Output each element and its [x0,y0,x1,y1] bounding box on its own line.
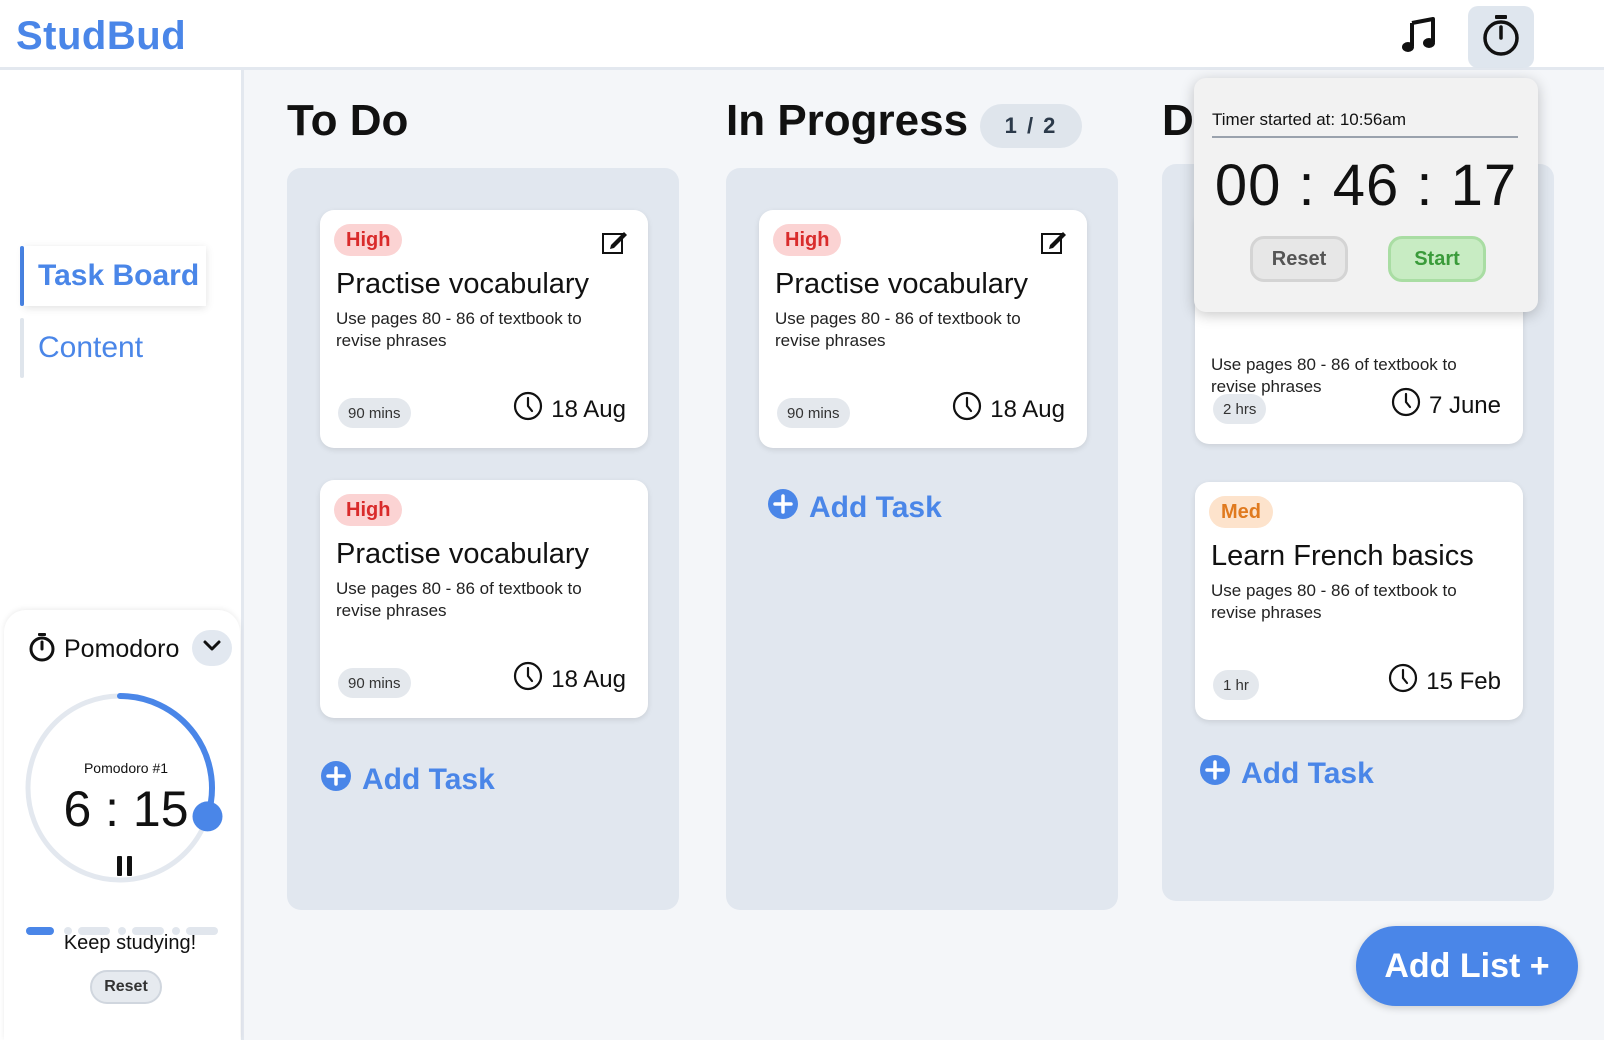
due-date-text: 18 Aug [990,395,1065,423]
pomodoro-reset-button[interactable]: Reset [90,970,162,1004]
priority-badge: High [334,494,403,526]
duration-badge: 90 mins [777,398,850,428]
sidebar-item-content[interactable]: Content [24,318,206,378]
add-task-label: Add Task [362,763,495,796]
plus-circle-icon [320,760,352,800]
pomodoro-card: Pomodoro Pomodoro #1 6 : 15 Keep studyin… [4,610,240,1040]
list-title-done: D [1162,96,1194,145]
due-date: 18 Aug [513,661,626,698]
due-date: 15 Feb [1388,663,1501,700]
music-button[interactable] [1386,6,1452,68]
pause-icon [117,856,122,876]
due-date-text: 18 Aug [551,395,626,423]
list-title-to-do: To Do [287,96,409,145]
list-count-badge: 1 / 2 [980,104,1082,148]
priority-badge: High [334,224,403,256]
timer-started-label: Timer started at: 10:56am [1212,110,1518,138]
pomodoro-time: 6 : 15 [63,781,189,837]
edit-icon[interactable] [600,228,628,261]
due-date-text: 15 Feb [1426,667,1501,695]
duration-badge: 90 mins [338,398,411,428]
pomodoro-dropdown-button[interactable] [192,630,232,666]
task-title: Practise vocabulary [775,268,1029,300]
task-description: Use pages 80 - 86 of textbook to revise … [775,309,1021,350]
plus-circle-icon [1199,754,1231,794]
due-date: 18 Aug [952,391,1065,428]
add-task-button[interactable]: Add Task [320,760,495,800]
clock-icon [952,391,982,428]
list-column-to-do: High Practise vocabulary Use pages 80 - … [287,168,679,910]
task-card[interactable]: High Practise vocabulary Use pages 80 - … [759,210,1087,448]
add-task-button[interactable]: Add Task [767,488,942,528]
chevron-down-icon [202,639,222,658]
task-description: Use pages 80 - 86 of textbook to revise … [336,309,582,350]
priority-badge: High [773,224,842,256]
clock-icon [513,391,543,428]
duration-badge: 90 mins [338,668,411,698]
due-date: 7 June [1391,387,1501,424]
pomodoro-header: Pomodoro [28,632,179,667]
pomodoro-session-label: Pomodoro #1 [83,760,169,776]
clock-icon [1391,387,1421,424]
timer-popover: Timer started at: 10:56am 00 : 46 : 17 R… [1194,78,1538,312]
clock-icon [1388,663,1418,700]
task-card[interactable]: Med Learn French basics Use pages 80 - 8… [1195,482,1523,720]
timer-start-button[interactable]: Start [1388,236,1486,282]
task-title: Learn French basics [1211,540,1474,572]
pomodoro-session-dots [26,927,218,935]
timer-reset-button[interactable]: Reset [1250,236,1348,282]
add-task-label: Add Task [809,491,942,524]
sidebar-item-task-board[interactable]: Task Board [24,246,206,306]
duration-badge: 2 hrs [1213,394,1267,424]
duration-badge: 1 hr [1213,670,1259,700]
task-description: Use pages 80 - 86 of textbook to revise … [1211,581,1457,622]
edit-icon[interactable] [1039,228,1067,261]
timer-button[interactable] [1468,6,1534,68]
brand-logo[interactable]: StudBud [16,14,186,59]
pomodoro-title: Pomodoro [64,635,180,663]
music-note-icon [1399,15,1439,60]
due-date-text: 18 Aug [551,665,626,693]
pause-button[interactable] [117,856,135,876]
priority-badge: Med [1209,496,1273,528]
task-card[interactable]: High Practise vocabulary Use pages 80 - … [320,480,648,718]
list-title-in-progress: In Progress [726,96,969,145]
due-date: 18 Aug [513,391,626,428]
plus-circle-icon [767,488,799,528]
app-header: StudBud [0,0,1604,70]
list-column-in-progress: High Practise vocabulary Use pages 80 - … [726,168,1118,910]
add-task-label: Add Task [1241,757,1374,790]
task-title: Practise vocabulary [336,268,590,300]
pause-icon-bar [127,856,132,876]
add-task-button[interactable]: Add Task [1199,754,1374,794]
task-card[interactable]: High Practise vocabulary Use pages 80 - … [320,210,648,448]
due-date-text: 7 June [1428,391,1501,419]
clock-icon [513,661,543,698]
stopwatch-icon [1480,13,1522,62]
timer-display: 00 : 46 : 17 [1214,153,1518,218]
task-title: Practise vocabulary [336,538,590,570]
task-description: Use pages 80 - 86 of textbook to revise … [336,579,582,620]
add-list-button[interactable]: Add List + [1356,926,1578,1006]
stopwatch-icon [28,632,56,667]
